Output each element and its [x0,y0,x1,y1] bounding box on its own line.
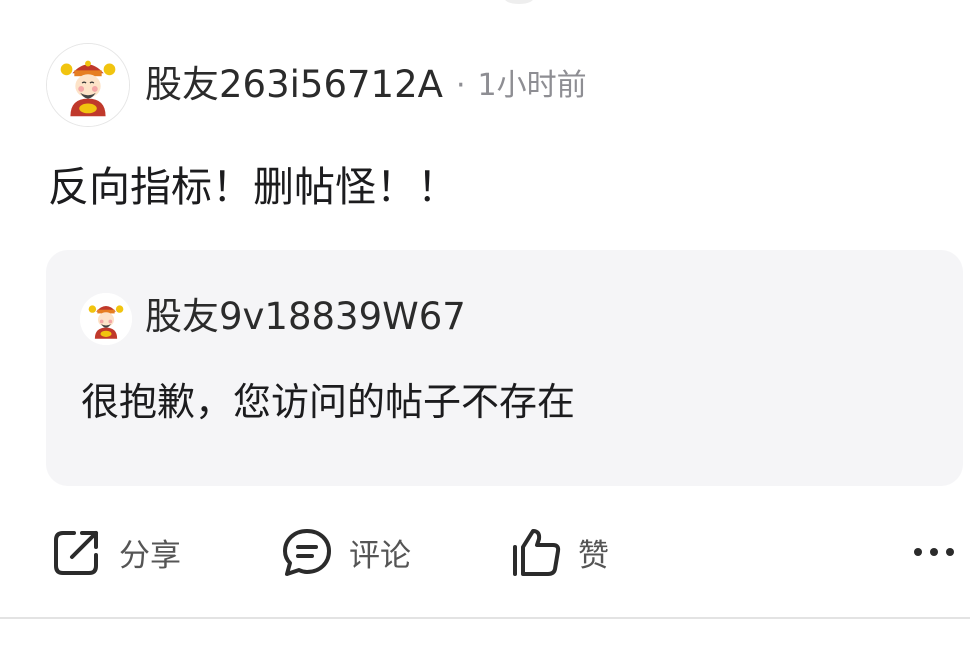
quoted-text: 很抱歉，您访问的帖子不存在 [81,380,576,424]
post-content: 反向指标！删帖怪！！ [48,163,458,211]
post-time: 1小时前 [477,68,587,103]
like-label: 赞 [578,537,609,574]
quoted-post[interactable]: 股友9v18839W67 很抱歉，您访问的帖子不存在 [46,250,963,486]
post-card: 股友263i56712A · 1小时前 反向指标！删帖怪！！ 股友9v18839W… [0,0,970,647]
quoted-author-avatar[interactable] [80,293,132,345]
share-label: 分享 [119,537,181,574]
comment-icon [283,529,331,576]
meta-separator: · [456,68,466,103]
comment-label: 评论 [349,537,411,574]
author-avatar[interactable] [46,43,130,127]
post-meta: · 1小时前 [456,66,587,106]
caishen-avatar-icon [80,293,132,345]
like-button[interactable]: 赞 [509,523,609,581]
divider [0,617,970,619]
more-icon [914,548,954,556]
share-button[interactable]: 分享 [50,523,181,581]
thumbs-up-icon [513,529,561,576]
author-name[interactable]: 股友263i56712A [145,62,443,108]
quoted-author-name[interactable]: 股友9v18839W67 [145,295,466,339]
caishen-avatar-icon [47,44,129,126]
comment-button[interactable]: 评论 [280,523,411,581]
more-button[interactable] [908,536,958,566]
share-icon [54,531,98,575]
